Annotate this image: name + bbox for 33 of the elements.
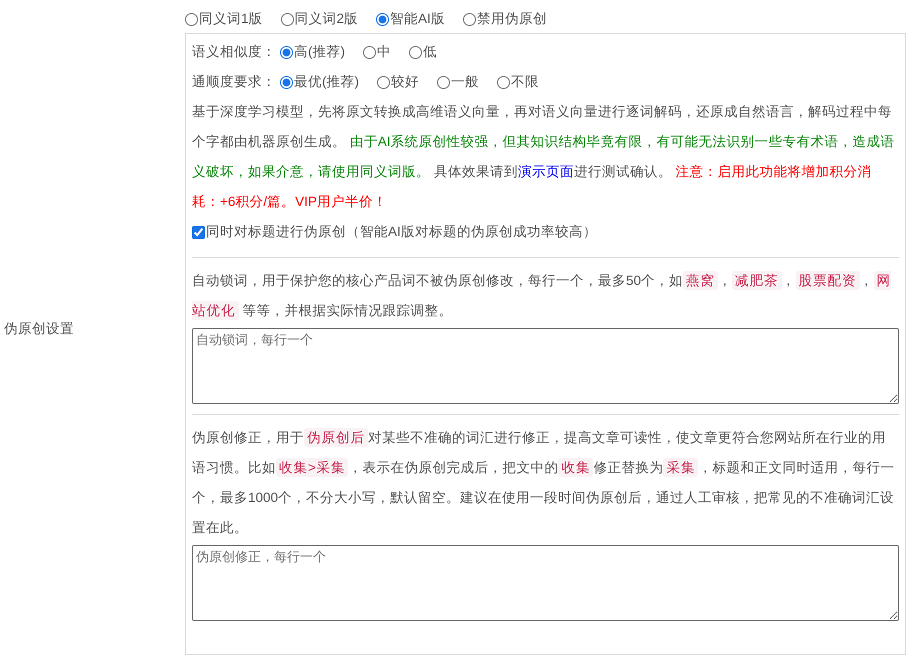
ai-mode-description: 基于深度学习模型，先将原文转换成高维语义向量，再对语义向量进行逐词解码，还原成自然语言，解码过程中每个字都由机器原创生成。 由于AI系统原创性较强，但其知识结构毕竟有限，有可能无法识别一些专有术语，造成语义破坏，如果介意，请使用同义词版。 具体效果请到演示页面进行测试确认。 注意：启用此功能将增加积分消耗：+6积分/篇。VIP用户半价！	[192, 103, 896, 211]
radio-button[interactable]	[280, 46, 293, 58]
radio-button[interactable]	[409, 46, 422, 58]
correction-description: 伪原创修正，用于 伪原创后 对某些不准确的词汇进行修正，提高文章可读性，使文章更符合您网站所在行业的用语习惯。比如 收集>采集 ，表示在伪原创完成后，把文中的 收集 修正替换为 采集 ，标题和正文同时适用，每行一个，最多1000个，不分大小写，默认留空。建议在使用一段时间伪原创后，通过人工审核，把常见的不准确词汇设置在此。	[192, 427, 896, 537]
radio-button[interactable]	[437, 76, 450, 88]
option-label[interactable]: 高(推荐)	[294, 43, 345, 61]
radio-button[interactable]	[462, 12, 476, 26]
radio-button[interactable]	[280, 76, 293, 88]
checkbox-label[interactable]: 同时对标题进行伪原创（智能AI版对标题的伪原创成功率较高）	[206, 223, 597, 241]
radio-button[interactable]	[280, 12, 294, 26]
option-label[interactable]: 最优(推荐)	[294, 73, 359, 91]
option-label[interactable]: 中	[377, 43, 391, 61]
section-label: 伪原创设置	[4, 320, 74, 338]
option-label[interactable]: 智能AI版	[390, 10, 445, 28]
demo-page-link[interactable]: 演示页面	[518, 164, 574, 179]
radio-button[interactable]	[497, 76, 510, 88]
radio-button[interactable]	[377, 76, 390, 88]
radio-button[interactable]	[363, 46, 376, 58]
radio-button[interactable]	[376, 12, 390, 26]
option-label[interactable]: 一般	[451, 73, 479, 91]
option-label[interactable]: 同义词2版	[294, 10, 358, 28]
correction-field[interactable]: 伪原创修正，每行一个	[192, 545, 899, 621]
option-label[interactable]: 禁用伪原创	[476, 10, 547, 28]
option-label[interactable]: 较好	[391, 73, 419, 91]
lock-words-field[interactable]: 自动锁词，每行一个	[192, 328, 899, 404]
checkbox[interactable]	[192, 226, 205, 238]
field-label: 通顺度要求：	[192, 73, 276, 91]
option-label[interactable]: 同义词1版	[199, 10, 263, 28]
radio-button[interactable]	[185, 12, 198, 26]
option-label[interactable]: 不限	[511, 73, 539, 91]
option-label[interactable]: 低	[423, 43, 437, 61]
field-label: 语义相似度：	[192, 43, 276, 61]
lock-words-description: 自动锁词，用于保护您的核心产品词不被伪原创修改，每行一个，最多50个，如 燕窝 ， 减肥茶 ， 股票配资 ， 网站优化 等等，并根据实际情况跟踪调整。	[192, 270, 892, 322]
